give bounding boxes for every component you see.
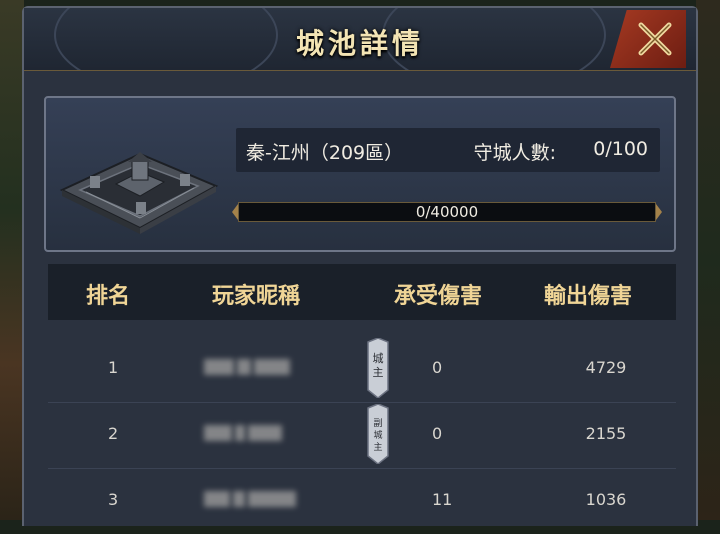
header-damage-taken: 承受傷害 bbox=[394, 284, 483, 309]
header-damage-dealt: 輸出傷害 bbox=[544, 284, 633, 309]
city-name: 秦-江州（209區） bbox=[246, 142, 404, 164]
defender-count: 0/100 bbox=[593, 138, 648, 160]
close-button[interactable] bbox=[610, 10, 686, 68]
header-rank: 排名 bbox=[86, 284, 131, 309]
player-name-blurred bbox=[204, 359, 293, 379]
progress-text: 0/40000 bbox=[415, 203, 479, 221]
row-rank: 1 bbox=[108, 358, 119, 377]
badge-text: 副城主 bbox=[373, 418, 382, 453]
table-row[interactable]: 2 副城主 0 2155 bbox=[48, 402, 676, 469]
header-player: 玩家昵稱 bbox=[212, 284, 301, 309]
row-rank: 3 bbox=[108, 490, 119, 509]
dialog-header: 城池詳情 bbox=[24, 8, 696, 71]
city-info-box: 秦-江州（209區） 守城人數: 0/100 0/40000 bbox=[44, 96, 676, 252]
ranking-table-header: 排名 玩家昵稱 承受傷害 輸出傷害 bbox=[48, 264, 676, 320]
table-row[interactable]: 3 11 1036 bbox=[48, 468, 676, 534]
row-damage-dealt: 2155 bbox=[585, 424, 627, 443]
city-progress-bar: 0/40000 bbox=[238, 202, 656, 222]
progress-cap-right bbox=[656, 204, 662, 220]
row-damage-dealt: 1036 bbox=[585, 490, 627, 509]
castle-model-icon bbox=[59, 152, 219, 234]
row-damage-taken: 0 bbox=[432, 358, 443, 377]
tag-badge-icon: 城主 bbox=[367, 338, 389, 398]
table-row[interactable]: 1 城主 0 4729 bbox=[48, 336, 676, 403]
background-right bbox=[696, 0, 720, 520]
badge-text: 城主 bbox=[373, 352, 384, 379]
background-left bbox=[0, 0, 24, 520]
row-damage-dealt: 4729 bbox=[585, 358, 627, 377]
tag-badge-icon: 副城主 bbox=[367, 404, 389, 464]
close-x-icon bbox=[638, 22, 672, 56]
city-info-row: 秦-江州（209區） 守城人數: 0/100 bbox=[236, 128, 660, 172]
row-rank: 2 bbox=[108, 424, 119, 443]
row-damage-taken: 11 bbox=[432, 490, 453, 509]
defender-label: 守城人數: bbox=[473, 142, 556, 164]
city-detail-dialog: 城池詳情 秦-江州（209區） 守城人數: 0/100 0/40000 排名 玩… bbox=[22, 6, 698, 526]
row-damage-taken: 0 bbox=[432, 424, 443, 443]
player-name-blurred bbox=[204, 491, 299, 511]
player-name-blurred bbox=[204, 425, 285, 445]
dialog-title: 城池詳情 bbox=[295, 27, 424, 60]
